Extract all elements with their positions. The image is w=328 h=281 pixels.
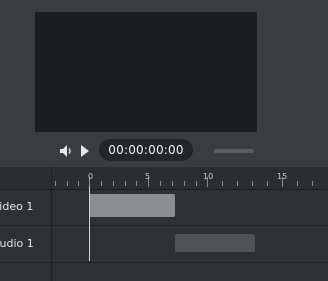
- ruler-minor-tick: [136, 181, 137, 186]
- ruler-label: 5: [145, 172, 151, 181]
- playhead[interactable]: [89, 186, 90, 261]
- timecode-display: 00:00:00:00: [99, 139, 193, 161]
- ruler-minor-tick: [78, 181, 79, 186]
- ruler-minor-tick: [196, 181, 197, 186]
- ruler-minor-tick: [172, 181, 173, 186]
- play-icon[interactable]: [79, 143, 91, 159]
- playback-controls: 00:00:00:00: [0, 138, 328, 164]
- ruler-label: 0: [88, 172, 94, 181]
- ruler-minor-tick: [252, 181, 253, 186]
- ruler-minor-tick: [160, 181, 161, 186]
- track-header-column: [0, 167, 52, 281]
- ruler-minor-tick: [113, 181, 114, 186]
- ruler-label: 15: [277, 172, 288, 181]
- ruler-minor-tick: [312, 181, 313, 186]
- ruler-minor-tick: [222, 181, 223, 186]
- zoom-slider[interactable]: [214, 149, 254, 153]
- timeline-panel: 0 5 10 15 Video 1 Audio 1: [0, 167, 328, 281]
- ruler-minor-tick: [237, 181, 238, 186]
- audio-clip[interactable]: [175, 234, 255, 252]
- video-clip[interactable]: [89, 194, 175, 217]
- ruler-minor-tick: [184, 181, 185, 186]
- ruler-minor-tick: [125, 181, 126, 186]
- ruler-minor-tick: [297, 181, 298, 186]
- ruler-minor-tick: [67, 181, 68, 186]
- ruler-minor-tick: [267, 181, 268, 186]
- video-preview: [35, 12, 257, 132]
- speaker-icon[interactable]: [58, 143, 74, 159]
- ruler-label: 10: [203, 172, 214, 181]
- ruler-minor-tick: [101, 181, 102, 186]
- ruler-minor-tick: [55, 181, 56, 186]
